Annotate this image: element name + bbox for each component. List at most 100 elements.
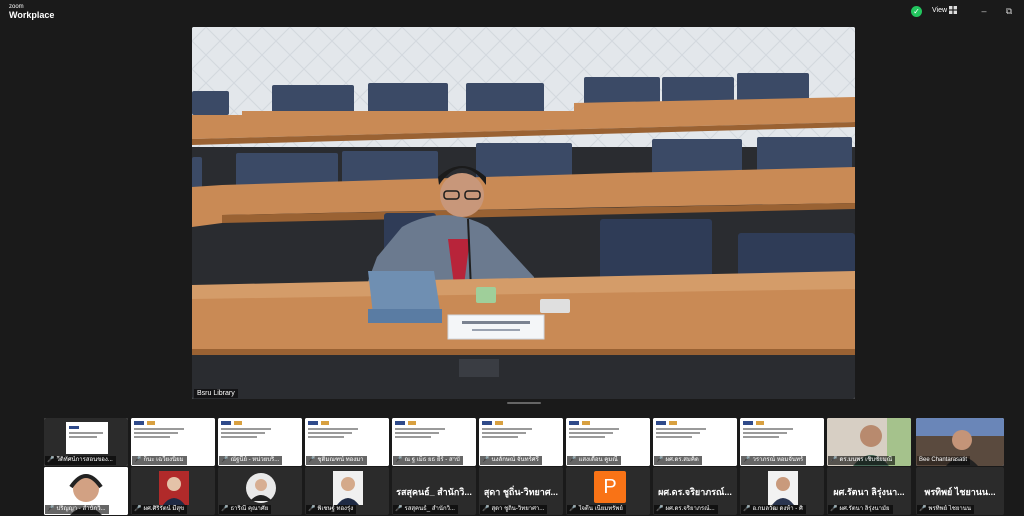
muted-mic-icon: 🎤 bbox=[656, 457, 664, 463]
brand-name: Workplace bbox=[9, 10, 55, 20]
participant-name: 🎤 ณ ฐ เม็ธ ยธ ยีร์ - สาบั bbox=[393, 456, 463, 465]
encryption-shield-icon[interactable]: ✓ bbox=[911, 6, 922, 17]
participant-name: 🎤 วีดิทัศน์การสอนของ... bbox=[45, 456, 116, 465]
participant-tile[interactable]: 🎤 แสงเดือน คูมณี bbox=[566, 418, 650, 466]
participant-name-text: พิเชษฐ์ ทองรุ่ง bbox=[317, 506, 354, 512]
participant-name: 🎤 ผศ.รัตนา ลิรุ่งนามัย bbox=[828, 505, 893, 514]
participant-name-text: วราภรณ์ หอมจันทร์ bbox=[752, 457, 804, 463]
participant-name: 🎤 พิเชษฐ์ ทองรุ่ง bbox=[306, 505, 357, 514]
participant-name: 🎤 ผศ.ดร.จริยาภรณ์... bbox=[654, 505, 718, 514]
participant-name-text: นงลักษณ์ จันทร์ศรี bbox=[491, 457, 539, 463]
avatar bbox=[246, 473, 276, 503]
active-speaker-video[interactable] bbox=[192, 27, 855, 399]
participant-tile[interactable]: 🎤 ผศ.ศิริรัตน์ มีสุข bbox=[131, 467, 215, 515]
muted-mic-icon: 🎤 bbox=[134, 506, 142, 512]
participant-tile[interactable]: 🎤 ก็นะ เฉวียงนิยม bbox=[131, 418, 215, 466]
muted-mic-icon: 🎤 bbox=[569, 506, 577, 512]
participant-tile[interactable]: พรทิพย์ ไชยานน... 🎤 พรทิพย์ ไชยานน bbox=[916, 467, 1004, 515]
participant-tile[interactable]: ผศ.ดร.จริยาภรณ์... 🎤 ผศ.ดร.จริยาภรณ์... bbox=[653, 467, 737, 515]
participant-name: 🎤 ธาริณี คุณาศัย bbox=[219, 505, 272, 514]
muted-mic-icon: 🎤 bbox=[743, 457, 751, 463]
muted-mic-icon: 🎤 bbox=[569, 457, 577, 463]
participant-name: 🎤 ก็นะ เฉวียงนิยม bbox=[132, 456, 187, 465]
participant-name-text: พรทิพย์ ไชยานน bbox=[928, 506, 971, 512]
participant-name: 🎤 อ.กมลวัฒ ดงห้า - ศิ bbox=[741, 505, 806, 514]
avatar-initial: P bbox=[594, 471, 626, 503]
muted-mic-icon: 🎤 bbox=[47, 457, 55, 463]
participant-name-text: ผศ.ดร.สมคิด bbox=[665, 457, 699, 463]
participant-tile[interactable]: 🎤 ผศ.ดร.สมคิด bbox=[653, 418, 737, 466]
participant-display-name: ผศ.รัตนา ลิรุ่งนา... bbox=[833, 487, 905, 497]
participant-name: 🎤 ดร.มนพร เชิบชัยมณี bbox=[828, 456, 896, 465]
avatar bbox=[333, 471, 363, 505]
participant-name: 🎤 ชุติมณฑน์ ทองมา bbox=[306, 456, 367, 465]
muted-mic-icon: 🎤 bbox=[743, 506, 751, 512]
muted-mic-icon: 🎤 bbox=[830, 506, 838, 512]
participant-name: 🎤 นงลักษณ์ จันทร์ศรี bbox=[480, 456, 542, 465]
participant-name-text: ผศ.รัตนา ลิรุ่งนามัย bbox=[839, 506, 890, 512]
participant-tile[interactable]: Bee Chantarasatit bbox=[916, 418, 1004, 466]
participant-tile[interactable]: สุดา ชูถิ่น-วิทยาศ... 🎤 สุดา ชูถิ่น-วิทยา… bbox=[479, 467, 563, 515]
participant-name-text: รสสุคนธ์_ สำนักวิ... bbox=[404, 506, 455, 512]
participant-tile[interactable]: รสสุคนธ์_ สำนักวิ... 🎤 รสสุคนธ์_ สำนักวิ.… bbox=[392, 467, 476, 515]
speaker-video-frame bbox=[192, 27, 855, 399]
participant-name-text: ดร.มนพร เชิบชัยมณี bbox=[839, 457, 893, 463]
muted-mic-icon: 🎤 bbox=[47, 506, 55, 512]
participant-tile[interactable]: ผศ.รัตนา ลิรุ่งนา... 🎤 ผศ.รัตนา ลิรุ่งนาม… bbox=[827, 467, 911, 515]
grid-view-icon[interactable] bbox=[949, 6, 957, 14]
participant-tile[interactable]: 🎤 ปริญญา - สำนักวิ... bbox=[44, 467, 128, 515]
participant-display-name: รสสุคนธ์_ สำนักวิ... bbox=[396, 487, 472, 497]
avatar bbox=[159, 471, 189, 505]
participant-name-text: แสงเดือน คูมณี bbox=[578, 457, 618, 463]
participant-name-text: ธาริณี คุณาศัย bbox=[230, 506, 269, 512]
muted-mic-icon: 🎤 bbox=[830, 457, 838, 463]
muted-mic-icon: 🎤 bbox=[221, 457, 229, 463]
muted-mic-icon: 🎤 bbox=[395, 457, 403, 463]
participant-tile[interactable]: 🎤 วราภรณ์ หอมจันทร์ bbox=[740, 418, 824, 466]
muted-mic-icon: 🎤 bbox=[482, 457, 490, 463]
participant-name-text: วีดิทัศน์การสอนของ... bbox=[56, 457, 113, 463]
participant-tile[interactable]: 🎤 ธาริณี คุณาศัย bbox=[218, 467, 302, 515]
participant-display-name: พรทิพย์ ไชยานน... bbox=[924, 487, 996, 497]
participant-tile[interactable]: P 🎤 ใจดีน เนียมทรัพย์ bbox=[566, 467, 650, 515]
participant-name-text: สุดา ชูถิ่น-วิทยาศา... bbox=[491, 506, 545, 512]
restore-button[interactable]: ⧉ bbox=[1004, 6, 1014, 16]
muted-mic-icon: 🎤 bbox=[919, 506, 927, 512]
participant-name: 🎤 ใจดีน เนียมทรัพย์ bbox=[567, 505, 626, 514]
participant-tile[interactable]: 🎤 ณัฐนีย์ - หน่วยบริ... bbox=[218, 418, 302, 466]
participant-name-text: Bee Chantarasatit bbox=[919, 457, 968, 463]
muted-mic-icon: 🎤 bbox=[221, 506, 229, 512]
minimize-button[interactable]: – bbox=[979, 6, 989, 16]
muted-mic-icon: 🎤 bbox=[395, 506, 403, 512]
participant-name-text: อ.กมลวัฒ ดงห้า - ศิ bbox=[752, 506, 803, 512]
participant-tile[interactable]: 🎤 อ.กมลวัฒ ดงห้า - ศิ bbox=[740, 467, 824, 515]
gallery-scroll-indicator[interactable] bbox=[507, 402, 541, 404]
avatar bbox=[768, 471, 798, 505]
participant-name-text: ผศ.ศิริรัตน์ มีสุข bbox=[143, 506, 185, 512]
participant-name: Bee Chantarasatit bbox=[917, 456, 971, 465]
muted-mic-icon: 🎤 bbox=[308, 506, 316, 512]
participant-tile[interactable]: 🎤 วีดิทัศน์การสอนของ... bbox=[44, 418, 128, 466]
participant-tile[interactable]: 🎤 พิเชษฐ์ ทองรุ่ง bbox=[305, 467, 389, 515]
participant-tile[interactable]: 🎤 ดร.มนพร เชิบชัยมณี bbox=[827, 418, 911, 466]
muted-mic-icon: 🎤 bbox=[656, 506, 664, 512]
participant-tile[interactable]: 🎤 ณ ฐ เม็ธ ยธ ยีร์ - สาบั bbox=[392, 418, 476, 466]
participant-name-text: ก็นะ เฉวียงนิยม bbox=[143, 457, 184, 463]
participant-name: 🎤 แสงเดือน คูมณี bbox=[567, 456, 621, 465]
muted-mic-icon: 🎤 bbox=[308, 457, 316, 463]
participant-name: 🎤 ผศ.ศิริรัตน์ มีสุข bbox=[132, 505, 188, 514]
participant-name-text: ชุติมณฑน์ ทองมา bbox=[317, 457, 364, 463]
participant-name-text: ใจดีน เนียมทรัพย์ bbox=[578, 506, 623, 512]
muted-mic-icon: 🎤 bbox=[482, 506, 490, 512]
zoom-workplace-logo: zoom Workplace bbox=[9, 4, 54, 20]
participant-name-text: ณ ฐ เม็ธ ยธ ยีร์ - สาบั bbox=[404, 457, 460, 463]
participant-tile[interactable]: 🎤 นงลักษณ์ จันทร์ศรี bbox=[479, 418, 563, 466]
view-button[interactable]: View bbox=[932, 7, 947, 14]
participant-tile[interactable]: 🎤 ชุติมณฑน์ ทองมา bbox=[305, 418, 389, 466]
participant-name-text: ณัฐนีย์ - หน่วยบริ... bbox=[230, 457, 280, 463]
participant-display-name: สุดา ชูถิ่น-วิทยาศ... bbox=[483, 487, 559, 497]
participant-name: 🎤 วราภรณ์ หอมจันทร์ bbox=[741, 456, 807, 465]
participant-name: 🎤 ปริญญา - สำนักวิ... bbox=[45, 505, 109, 514]
participant-name-text: ปริญญา - สำนักวิ... bbox=[56, 506, 106, 512]
title-bar: zoom Workplace ✓ View – ⧉ bbox=[0, 0, 1024, 24]
